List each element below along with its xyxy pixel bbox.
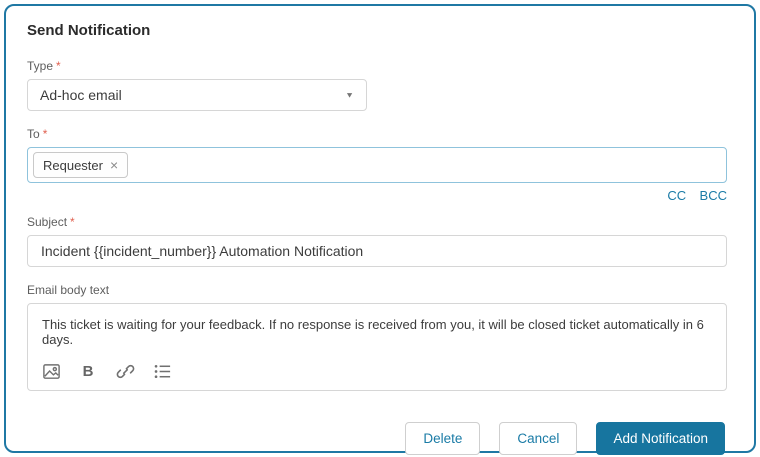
cancel-button[interactable]: Cancel: [499, 422, 577, 455]
subject-input[interactable]: Incident {{incident_number}} Automation …: [27, 235, 727, 267]
body-editor[interactable]: This ticket is waiting for your feedback…: [27, 303, 727, 391]
bcc-link[interactable]: BCC: [700, 188, 727, 203]
body-editor-text: This ticket is waiting for your feedback…: [42, 317, 712, 347]
body-editor-toolbar: B: [41, 361, 172, 381]
cc-bcc-row: CC BCC: [27, 187, 727, 205]
link-icon[interactable]: [115, 361, 135, 381]
page-title: Send Notification: [27, 22, 725, 39]
bullet-list-icon[interactable]: [152, 361, 172, 381]
body-label: Email body text: [27, 283, 725, 297]
cc-link[interactable]: CC: [667, 188, 686, 203]
add-notification-button[interactable]: Add Notification: [596, 422, 725, 455]
footer-actions: Delete Cancel Add Notification: [27, 422, 725, 455]
required-marker: *: [56, 59, 61, 73]
subject-field-group: Subject* Incident {{incident_number}} Au…: [27, 215, 725, 267]
delete-button[interactable]: Delete: [405, 422, 480, 455]
type-select-value: Ad-hoc email: [40, 87, 122, 103]
insert-image-icon[interactable]: [41, 361, 61, 381]
type-select[interactable]: Ad-hoc email ▼: [27, 79, 367, 111]
bold-icon[interactable]: B: [78, 361, 98, 381]
remove-recipient-icon[interactable]: ×: [110, 158, 118, 172]
to-field-group: To* Requester × CC BCC: [27, 127, 725, 205]
subject-input-value: Incident {{incident_number}} Automation …: [41, 243, 363, 259]
to-label: To*: [27, 127, 725, 141]
to-input[interactable]: Requester ×: [27, 147, 727, 183]
required-marker: *: [43, 127, 48, 141]
subject-label: Subject*: [27, 215, 725, 229]
type-label: Type*: [27, 59, 725, 73]
body-field-group: Email body text This ticket is waiting f…: [27, 283, 725, 391]
recipient-chip-label: Requester: [43, 158, 103, 173]
required-marker: *: [70, 215, 75, 229]
type-field-group: Type* Ad-hoc email ▼: [27, 59, 725, 111]
send-notification-panel: Send Notification Type* Ad-hoc email ▼ T…: [4, 4, 756, 453]
chevron-down-icon: ▼: [345, 91, 354, 100]
recipient-chip: Requester ×: [33, 152, 128, 178]
